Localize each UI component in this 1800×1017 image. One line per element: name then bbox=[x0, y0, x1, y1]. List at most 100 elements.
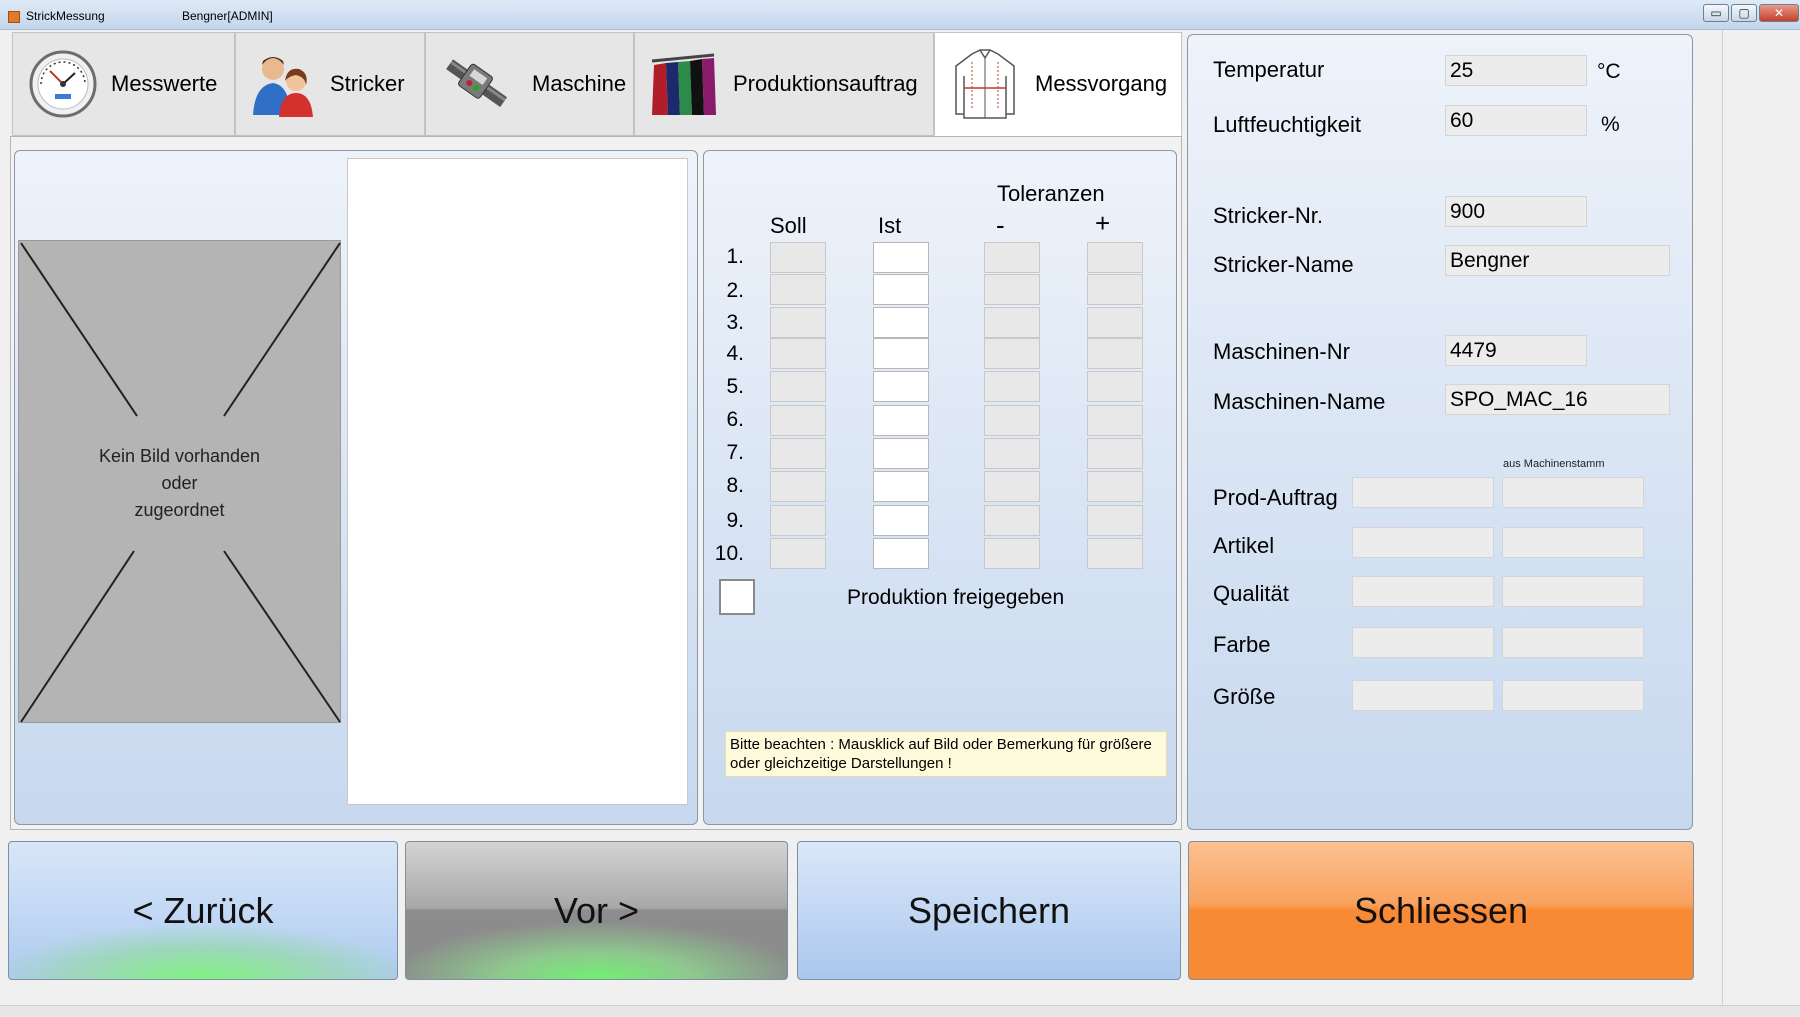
prod-order-field[interactable] bbox=[1352, 477, 1494, 508]
tolerance-minus-field[interactable] bbox=[984, 242, 1040, 273]
production-released-checkbox[interactable] bbox=[719, 579, 755, 615]
tolerance-plus-field[interactable] bbox=[1087, 505, 1143, 536]
prod-order-label: Prod-Auftrag bbox=[1213, 485, 1338, 510]
tolerance-minus-field[interactable] bbox=[984, 371, 1040, 402]
row-number: 3. bbox=[726, 311, 744, 334]
notice-line-2: oder gleichzeitige Darstellungen ! bbox=[730, 755, 952, 772]
tab-messvorgang[interactable]: Messvorgang bbox=[934, 32, 1182, 136]
minimize-button[interactable]: ▭ bbox=[1703, 4, 1729, 22]
article-master-field[interactable] bbox=[1502, 527, 1644, 558]
notice-line-1: Bitte beachten : Mausklick auf Bild oder… bbox=[730, 736, 1152, 753]
tolerance-plus-field[interactable] bbox=[1087, 371, 1143, 402]
tab-produktionsauftrag[interactable]: Produktionsauftrag bbox=[634, 32, 934, 136]
humidity-field[interactable]: 60 bbox=[1445, 105, 1587, 136]
ist-field[interactable] bbox=[873, 371, 929, 402]
stricker-nr-field[interactable]: 900 bbox=[1445, 196, 1587, 227]
row-number: 8. bbox=[726, 474, 744, 497]
soll-field[interactable] bbox=[770, 371, 826, 402]
no-image-line-3: zugeordnet bbox=[134, 500, 225, 520]
ist-field[interactable] bbox=[873, 471, 929, 502]
color-field[interactable] bbox=[1352, 627, 1494, 658]
ist-field[interactable] bbox=[873, 274, 929, 305]
row-number: 7. bbox=[726, 441, 744, 464]
soll-field[interactable] bbox=[770, 405, 826, 436]
soll-field[interactable] bbox=[770, 307, 826, 338]
machine-name-field[interactable]: SPO_MAC_16 bbox=[1445, 384, 1670, 415]
save-button[interactable]: Speichern bbox=[797, 841, 1181, 980]
status-strip bbox=[0, 1005, 1800, 1017]
soll-field[interactable] bbox=[770, 471, 826, 502]
tab-maschine[interactable]: Maschine bbox=[425, 32, 634, 136]
production-released-label: Produktion freigegeben bbox=[847, 586, 1065, 609]
tab-messwerte[interactable]: Messwerte bbox=[12, 32, 235, 136]
ist-field[interactable] bbox=[873, 538, 929, 569]
soll-field[interactable] bbox=[770, 438, 826, 469]
tolerance-plus-field[interactable] bbox=[1087, 438, 1143, 469]
people-icon bbox=[248, 48, 320, 120]
size-master-field[interactable] bbox=[1502, 680, 1644, 711]
maximize-button[interactable]: ▢ bbox=[1731, 4, 1757, 22]
article-field[interactable] bbox=[1352, 527, 1494, 558]
soll-field[interactable] bbox=[770, 242, 826, 273]
next-button[interactable]: Vor > bbox=[405, 841, 788, 980]
machine-nr-field[interactable]: 4479 bbox=[1445, 335, 1587, 366]
soll-field[interactable] bbox=[770, 338, 826, 369]
tab-stricker[interactable]: Stricker bbox=[235, 32, 425, 136]
tolerance-plus-field[interactable] bbox=[1087, 538, 1143, 569]
row-number: 4. bbox=[726, 342, 744, 365]
tolerance-minus-field[interactable] bbox=[984, 307, 1040, 338]
size-field[interactable] bbox=[1352, 680, 1494, 711]
humidity-label: Luftfeuchtigkeit bbox=[1213, 112, 1361, 137]
tab-label: Maschine bbox=[532, 71, 627, 96]
temperature-unit: °C bbox=[1597, 60, 1621, 83]
tolerance-minus-header: - bbox=[996, 210, 1005, 240]
tolerance-plus-field[interactable] bbox=[1087, 405, 1143, 436]
soll-field[interactable] bbox=[770, 274, 826, 305]
close-window-button[interactable]: ✕ bbox=[1759, 4, 1799, 22]
ist-field[interactable] bbox=[873, 242, 929, 273]
ist-field[interactable] bbox=[873, 438, 929, 469]
remarks-box[interactable] bbox=[347, 158, 688, 805]
clothes-rack-icon bbox=[647, 48, 719, 120]
tolerances-header: Toleranzen bbox=[997, 181, 1105, 206]
tolerance-minus-field[interactable] bbox=[984, 338, 1040, 369]
ist-field[interactable] bbox=[873, 338, 929, 369]
back-button[interactable]: < Zurück bbox=[8, 841, 398, 980]
size-label: Größe bbox=[1213, 684, 1276, 709]
stricker-nr-label: Stricker-Nr. bbox=[1213, 203, 1323, 228]
tolerance-plus-field[interactable] bbox=[1087, 338, 1143, 369]
article-label: Artikel bbox=[1213, 533, 1275, 558]
tolerance-minus-field[interactable] bbox=[984, 538, 1040, 569]
tolerance-minus-field[interactable] bbox=[984, 274, 1040, 305]
color-master-field[interactable] bbox=[1502, 627, 1644, 658]
stricker-name-field[interactable]: Bengner bbox=[1445, 245, 1670, 276]
row-number: 2. bbox=[726, 279, 744, 302]
row-number: 5. bbox=[726, 375, 744, 398]
machine-name-label: Maschinen-Name bbox=[1213, 389, 1386, 414]
tolerance-minus-field[interactable] bbox=[984, 405, 1040, 436]
soll-field[interactable] bbox=[770, 505, 826, 536]
no-image-line-2: oder bbox=[161, 473, 198, 493]
ist-field[interactable] bbox=[873, 307, 929, 338]
tolerance-minus-field[interactable] bbox=[984, 505, 1040, 536]
quality-master-field[interactable] bbox=[1502, 576, 1644, 607]
prod-order-master-field[interactable] bbox=[1502, 477, 1644, 508]
tolerance-plus-field[interactable] bbox=[1087, 274, 1143, 305]
quality-label: Qualität bbox=[1213, 581, 1289, 606]
color-label: Farbe bbox=[1213, 632, 1271, 657]
soll-field[interactable] bbox=[770, 538, 826, 569]
app-icon bbox=[8, 11, 20, 23]
window-background-edge bbox=[1722, 30, 1800, 1017]
tolerance-plus-field[interactable] bbox=[1087, 471, 1143, 502]
tolerance-minus-field[interactable] bbox=[984, 471, 1040, 502]
tolerance-minus-field[interactable] bbox=[984, 438, 1040, 469]
tolerance-plus-field[interactable] bbox=[1087, 242, 1143, 273]
current-user: Bengner[ADMIN] bbox=[182, 9, 273, 23]
humidity-unit: % bbox=[1601, 113, 1620, 136]
ist-field[interactable] bbox=[873, 505, 929, 536]
quality-field[interactable] bbox=[1352, 576, 1494, 607]
ist-field[interactable] bbox=[873, 405, 929, 436]
temperature-field[interactable]: 25 bbox=[1445, 55, 1587, 86]
tolerance-plus-field[interactable] bbox=[1087, 307, 1143, 338]
close-button[interactable]: Schliessen bbox=[1188, 841, 1694, 980]
